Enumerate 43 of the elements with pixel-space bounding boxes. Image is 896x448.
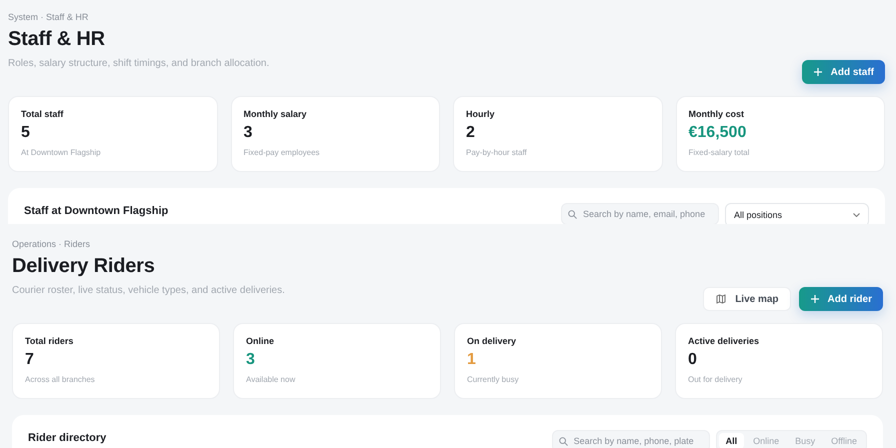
stat-value: 0 [688, 351, 698, 369]
stat-label: On delivery [467, 336, 518, 346]
add-button[interactable]: Add staff [802, 60, 885, 84]
stat-value: 7 [25, 351, 35, 369]
stat-value: 3 [246, 351, 256, 369]
search-field[interactable]: Search by name, phone, plate [552, 430, 710, 448]
page-title: Staff & HR [8, 28, 106, 51]
page-subtitle: Courier roster, live status, vehicle types, and active deliveries. [12, 285, 285, 296]
page-title: Delivery Riders [12, 255, 156, 278]
stat-label: Total staff [21, 109, 64, 119]
stat-label: Monthly salary [244, 109, 308, 119]
stat-note: Currently busy [467, 375, 520, 384]
stat-label: Hourly [466, 109, 496, 119]
stat-label: Total riders [25, 336, 74, 346]
stat-note: Available now [246, 375, 296, 384]
stat-note: Out for delivery [688, 375, 744, 384]
chevron-icon [853, 213, 860, 217]
add-button[interactable]: Add rider [798, 287, 883, 311]
stat-note: At Downtown Flagship [21, 148, 102, 157]
stat-note: Pay-by-hour staff [466, 148, 528, 157]
panel-title: Staff at Downtown Flagship [24, 205, 168, 217]
stat-note: Fixed-salary total [688, 148, 750, 157]
stat-label: Online [246, 336, 276, 346]
breadcrumb: System · Staff & HR [8, 12, 90, 22]
stat-value: 2 [466, 124, 476, 142]
stat-note: Across all branches [25, 375, 96, 384]
panel-title: Rider directory [28, 432, 106, 444]
plus-icon [810, 295, 819, 303]
stat-value: €16,500 [688, 124, 748, 142]
stat-value: 3 [244, 124, 254, 142]
map-icon [716, 294, 726, 304]
stat-label: Monthly cost [688, 109, 745, 119]
breadcrumb: Operations · Riders [12, 239, 92, 249]
filter-tab[interactable]: All [718, 433, 744, 448]
stat-note: Fixed-pay employees [244, 148, 321, 157]
stat-label: Active deliveries [688, 336, 760, 346]
live-map-button[interactable]: Live map [703, 287, 791, 311]
page-subtitle: Roles, salary structure, shift timings, and branch allocation. [8, 58, 270, 69]
search-field[interactable]: Search by name, email, phone [561, 203, 719, 224]
stat-value: 1 [467, 351, 477, 369]
plus-icon [814, 68, 822, 76]
position-select[interactable]: All positions [725, 203, 869, 224]
stat-value: 5 [21, 124, 31, 142]
